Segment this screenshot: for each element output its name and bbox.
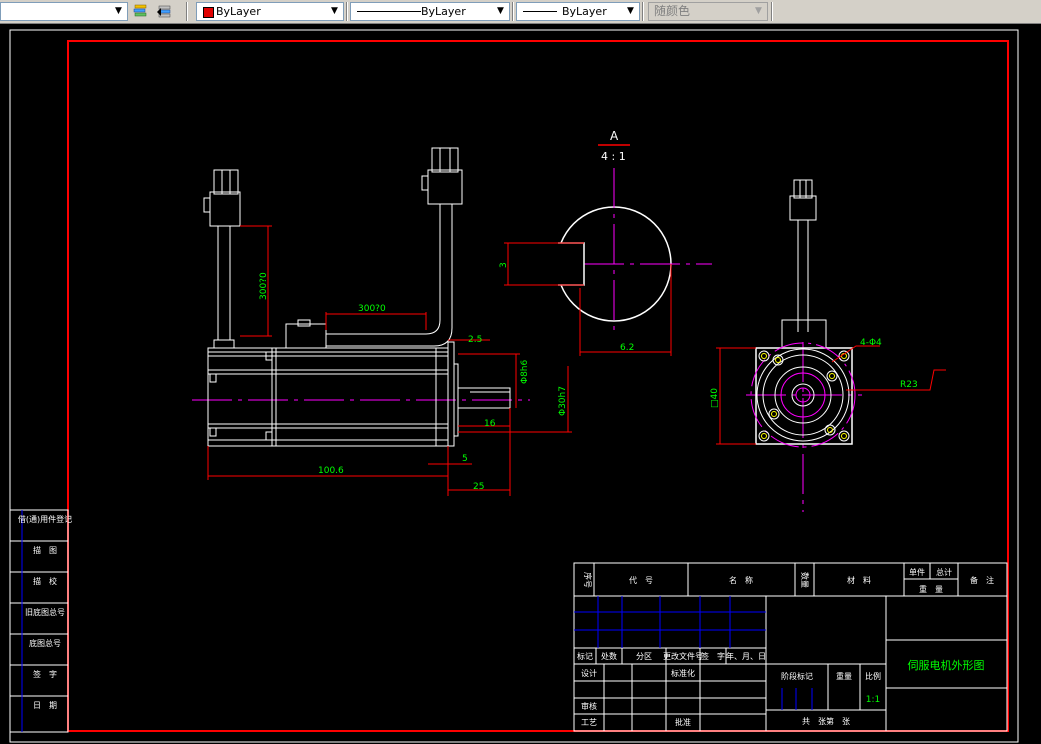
dim-sq40: □40 [710,388,720,408]
lineweight-preview [523,11,557,12]
chevron-down-icon[interactable]: ▼ [624,4,637,19]
tb-rev-0: 标记 [577,651,593,661]
tb-header-7: 重 量 [919,584,943,594]
tb-scale-value: 1:1 [866,695,880,705]
tb-rev-2: 分区 [636,652,652,661]
dim-25: 25 [473,482,484,492]
layer-previous-button[interactable] [154,2,174,21]
chevron-down-icon[interactable]: ▼ [328,4,341,19]
color-dropdown[interactable]: ByLayer ▼ [196,2,344,21]
tb-header-3: 数量 [800,572,810,588]
layer-stack-icon [133,4,147,17]
tb-weight: 重量 [836,671,852,681]
toolbar-separator [771,2,773,21]
left-row-6: 日 期 [33,701,57,710]
left-registration-table: 借(通)用件登记 描 图 描 校 旧底图总号 底图总号 签 字 日 期 [9,509,72,733]
tb-approve: 批准 [675,717,691,727]
tb-header-8: 备 注 [970,575,994,585]
dim-100-6: 100.6 [318,466,344,476]
dim-phi-8: Φ8h6 [520,359,530,384]
chevron-down-icon[interactable]: ▼ [112,4,125,19]
linetype-dropdown[interactable]: ByLayer ▼ [350,2,510,21]
left-row-2: 描 校 [33,576,57,586]
tb-header-4: 材 料 [847,575,871,585]
dim-5: 5 [462,454,468,464]
layer-dropdown[interactable]: ▼ [0,2,128,21]
dim-cable-left: 300?0 [259,272,269,300]
tb-rev-1: 处数 [601,651,617,661]
sheet-border [9,29,1019,743]
left-row-5: 签 字 [33,669,57,679]
linetype-value: ByLayer [421,5,466,18]
tb-rev-3: 更改文件号 [663,651,703,661]
drawing-canvas[interactable]: 300?0 300?0 2.5 Φ8h6 Φ30h7 16 100.6 5 25… [0,24,1041,744]
make-layer-current-button[interactable] [131,2,151,21]
left-row-1: 描 图 [33,545,57,555]
connector-top [427,169,463,205]
motor-side-view [192,147,530,447]
left-row-3: 旧底图总号 [25,607,65,617]
dim-cable-top: 300?0 [358,304,386,314]
lineweight-dropdown[interactable]: ByLayer ▼ [516,2,640,21]
dim-3: 3 [499,262,509,268]
toolbar-separator [346,2,348,21]
motor-shaft [457,387,511,409]
tb-sheets: 共 张第 张 [802,716,850,726]
tb-review: 审核 [581,701,597,711]
toolbar-separator [512,2,514,21]
toolbar-separator [186,2,188,21]
tb-stage-mark: 阶段标记 [781,671,813,681]
properties-toolbar: ▼ ByLayer ▼ ByLayer ▼ ByLayer ▼ 随颜色 ▼ [0,0,1041,24]
left-row-4: 底图总号 [29,638,61,648]
lineweight-value: ByLayer [562,5,607,18]
dim-16: 16 [484,419,496,429]
motor-front-view: 4-Φ4 R23 □40 [710,179,946,512]
linetype-preview [357,11,421,12]
dim-holes: 4-Φ4 [860,338,882,348]
tb-header-5: 单件 [909,567,925,577]
tb-header-0: 序号 [583,572,593,588]
chevron-down-icon: ▼ [755,6,762,16]
view-scale: 4 : 1 [601,150,626,163]
left-row-0: 借(通)用件登记 [18,514,72,524]
color-value: ByLayer [216,5,261,18]
drawing-title: 伺服电机外形图 [908,658,985,672]
dim-phi-30: Φ30h7 [558,386,568,416]
detail-view-a: A 4 : 1 3 6.2 [499,129,712,356]
tb-header-6: 总计 [936,567,952,577]
tb-header-1: 代 号 [629,575,653,585]
view-label: A [610,129,619,143]
layer-previous-icon [157,5,171,18]
color-swatch [203,7,214,18]
chevron-down-icon[interactable]: ▼ [494,4,507,19]
plotstyle-dropdown: 随颜色 ▼ [648,2,768,21]
side-view-dim-text: 300?0 300?0 2.5 Φ8h6 Φ30h7 16 100.6 5 25 [259,272,568,492]
motor-body [207,347,449,447]
drawing-frame [67,40,1009,732]
tb-rev-4: 签 字 [701,651,725,661]
title-block: 序号 代 号 名 称 数量 材 料 单件 总计 重 量 备 注 标记 处数 分区… [573,562,1008,732]
dim-2-5: 2.5 [468,335,482,345]
tb-design: 设计 [581,668,597,678]
connector-left [209,191,241,227]
tb-process: 工艺 [581,718,597,727]
tb-header-2: 名 称 [729,575,753,585]
dim-r23: R23 [900,380,918,390]
tb-standardization: 标准化 [671,668,695,678]
tb-scale: 比例 [865,671,881,681]
dim-6-2: 6.2 [620,343,634,353]
plotstyle-value: 随颜色 [654,4,691,18]
tb-rev-5: 年、月、日 [726,651,766,661]
toolbar-separator [642,2,644,21]
